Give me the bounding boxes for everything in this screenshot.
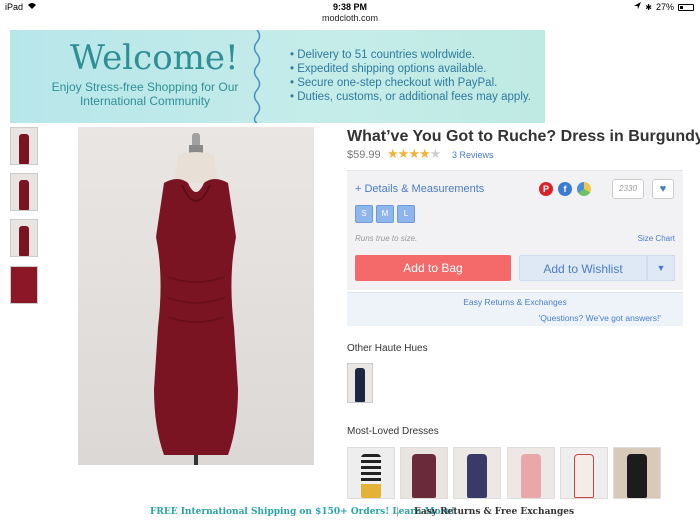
heart-icon[interactable]: ♥: [652, 179, 674, 199]
other-hues-heading: Other Haute Hues: [347, 343, 428, 354]
loved-dress-item[interactable]: [453, 447, 501, 499]
pinterest-icon[interactable]: P: [539, 182, 553, 196]
loved-dress-item[interactable]: [347, 447, 395, 499]
banner-subtitle: Enjoy Stress-free Shopping for Our Inter…: [51, 80, 239, 108]
star-icon: ★: [418, 146, 431, 161]
facebook-icon[interactable]: f: [558, 182, 572, 196]
polyvore-icon[interactable]: [577, 182, 591, 196]
loved-dress-item[interactable]: [507, 447, 555, 499]
status-bar: iPad 9:38 PM ✱ 27%: [0, 0, 700, 14]
banner-bullets: Delivery to 51 countries wolrdwide. Expe…: [290, 48, 531, 104]
purchase-panel: + Details & Measurements P f 2330 ♥ S M …: [347, 170, 683, 290]
size-chart-link[interactable]: Size Chart: [638, 234, 675, 243]
size-selector: S M L: [355, 205, 415, 223]
clock: 9:38 PM: [332, 2, 367, 12]
easy-returns-link[interactable]: Easy Returns & Exchanges: [347, 297, 683, 307]
product-thumbnail-active[interactable]: [10, 266, 38, 304]
welcome-banner[interactable]: Welcome! Enjoy Stress-free Shopping for …: [10, 30, 545, 123]
product-thumbnail[interactable]: [10, 127, 38, 165]
add-to-wishlist-button[interactable]: Add to Wishlist: [519, 255, 647, 281]
battery-icon: [678, 3, 694, 11]
hue-swatch-navy[interactable]: [347, 363, 373, 403]
free-shipping-link[interactable]: FREE International Shipping on $150+ Ord…: [150, 507, 455, 517]
size-option-s[interactable]: S: [355, 205, 373, 223]
product-price: $59.99: [347, 149, 381, 161]
banner-welcome: Welcome!: [70, 38, 239, 78]
questions-link[interactable]: 'Questions? We've got answers!': [539, 313, 661, 323]
details-measurements-toggle[interactable]: + Details & Measurements: [355, 183, 484, 195]
loved-dress-item[interactable]: [613, 447, 661, 499]
bluetooth-icon: ✱: [645, 2, 652, 12]
size-option-m[interactable]: M: [376, 205, 394, 223]
star-icon: ★: [408, 146, 420, 161]
footer-bar: FREE International Shipping on $150+ Ord…: [0, 500, 700, 525]
banner-bullet: Delivery to 51 countries wolrdwide.: [290, 48, 531, 62]
location-icon: [634, 2, 642, 12]
product-main-image[interactable]: [78, 127, 314, 465]
product-thumbnail[interactable]: [10, 219, 38, 257]
star-icon: ★: [387, 146, 399, 161]
address-bar[interactable]: modcloth.com: [0, 13, 700, 26]
product-title: What’ve You Got to Ruche? Dress in Burgu…: [347, 128, 700, 145]
reviews-link[interactable]: 3 Reviews: [452, 150, 494, 160]
share-icons: P f: [539, 182, 591, 196]
battery-percent: 27%: [655, 2, 674, 12]
product-thumbnail[interactable]: [10, 173, 38, 211]
loved-dress-item[interactable]: [400, 447, 448, 499]
wishlist-dropdown-icon[interactable]: ▼: [647, 255, 675, 281]
save-count: 2330: [612, 179, 644, 199]
banner-bullet: Duties, customs, or additional fees may …: [290, 90, 531, 104]
returns-bar: Easy Returns & Exchanges 'Questions? We'…: [347, 292, 683, 326]
most-loved-heading: Most-Loved Dresses: [347, 426, 439, 437]
rating-stars: ★★★★★: [387, 146, 442, 162]
loved-dress-item[interactable]: [560, 447, 608, 499]
wavy-divider: [253, 30, 261, 123]
banner-bullet: Expedited shipping options available.: [290, 62, 531, 76]
banner-bullet: Secure one-step checkout with PayPal.: [290, 76, 531, 90]
add-to-bag-button[interactable]: Add to Bag: [355, 255, 511, 281]
dress-on-mannequin-image: [154, 133, 238, 465]
star-icon: ★: [429, 146, 442, 161]
size-option-l[interactable]: L: [397, 205, 415, 223]
fit-note: Runs true to size.: [355, 234, 418, 243]
footer-separator: |: [396, 507, 400, 517]
star-icon: ★: [397, 146, 410, 161]
footer-returns-link[interactable]: Easy Returns & Free Exchanges: [414, 507, 574, 517]
